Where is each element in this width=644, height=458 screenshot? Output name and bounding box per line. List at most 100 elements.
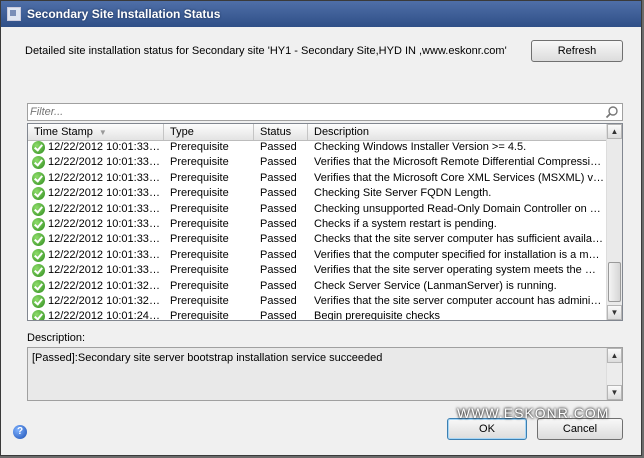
cell-timestamp: 12/22/2012 10:01:33 PM [48,218,162,230]
cell-type: Prerequisite [170,187,229,200]
checkmark-circle-icon [32,233,45,247]
table-row[interactable]: 12/22/2012 10:01:24 PM Prerequisite Passed… [28,309,607,321]
table-row[interactable]: 12/22/2012 10:01:33 PM Prerequisite Passed… [28,248,607,263]
watermark: WWW.ESKONR.COM [457,405,610,421]
table-row[interactable]: 12/22/2012 10:01:32 PM Prerequisite Passed… [28,279,607,294]
checkmark-circle-icon [32,156,45,170]
table-header: Time Stamp ▼ Type Status Description [28,124,607,141]
column-header-description[interactable]: Description [308,124,607,140]
table-row[interactable]: 12/22/2012 10:01:32 PM Prerequisite Passed… [28,294,607,309]
cell-description: Checking unsupported Read-Only Domain Co… [314,202,604,215]
cell-type: Prerequisite [170,279,229,292]
cell-timestamp: 12/22/2012 10:01:33 PM [48,171,162,184]
window-icon [7,7,21,21]
checkmark-circle-icon [32,171,45,185]
cell-description: Verifies that the site server operating … [314,264,604,277]
desc-scroll-up-button[interactable]: ▲ [607,348,622,363]
desc-scroll-down-button[interactable]: ▼ [607,385,622,400]
cell-timestamp: 12/22/2012 10:01:33 PM [48,156,162,169]
cell-status: Passed [260,264,297,277]
cell-status: Passed [260,218,297,230]
cell-timestamp: 12/22/2012 10:01:33 PM [48,202,162,215]
checkmark-circle-icon [32,295,45,308]
table-row[interactable]: 12/22/2012 10:01:33 PM Prerequisite Passed… [28,155,607,170]
cell-timestamp: 12/22/2012 10:01:33 PM [48,187,162,200]
cell-timestamp: 12/22/2012 10:01:33 PM [48,233,162,246]
checkmark-circle-icon [32,187,45,201]
cell-type: Prerequisite [170,202,229,215]
cell-timestamp: 12/22/2012 10:01:32 PM [48,295,162,307]
cell-status: Passed [260,295,297,307]
filter-input[interactable] [30,105,590,119]
cell-description: Check Server Service (LanmanServer) is r… [314,279,557,292]
cell-status: Passed [260,171,297,184]
sort-arrow-icon: ▼ [98,128,107,137]
cell-status: Passed [260,202,297,215]
cell-description: Checking Site Server FQDN Length. [314,187,492,200]
cell-description: Checks if a system restart is pending. [314,218,497,230]
table-row[interactable]: 12/22/2012 10:01:33 PM Prerequisite Passed… [28,171,607,186]
checkmark-circle-icon [32,279,45,293]
cell-description: Checks that the site server computer has… [314,233,604,246]
cell-status: Passed [260,156,297,169]
refresh-button[interactable]: Refresh [531,40,623,62]
column-header-timestamp[interactable]: Time Stamp ▼ [28,124,164,140]
description-box[interactable]: [Passed]:Secondary site server bootstrap… [27,347,623,401]
table-row[interactable]: 12/22/2012 10:01:33 PM Prerequisite Passed… [28,263,607,278]
installation-status-window: Secondary Site Installation Status Detai… [0,0,642,456]
table-row[interactable]: 12/22/2012 10:01:33 PM Prerequisite Passed… [28,202,607,217]
checkmark-circle-icon [32,202,45,216]
dialog-body: Detailed site installation status for Se… [1,27,641,455]
title-bar: Secondary Site Installation Status [1,1,641,27]
cell-description: Verifies that the Microsoft Core XML Ser… [314,171,604,184]
cell-type: Prerequisite [170,141,229,153]
cell-status: Passed [260,248,297,261]
cell-type: Prerequisite [170,264,229,277]
cell-status: Passed [260,310,297,321]
cell-description: Checking Windows Installer Version >= 4.… [314,141,527,153]
cell-type: Prerequisite [170,156,229,169]
cell-timestamp: 12/22/2012 10:01:24 PM [48,310,162,321]
table-scrollbar[interactable]: ▲ ▼ [606,124,622,320]
cell-timestamp: 12/22/2012 10:01:33 PM [48,264,162,277]
cell-status: Passed [260,141,297,153]
filter-box[interactable] [27,103,623,121]
checkmark-circle-icon [32,218,45,231]
scroll-up-button[interactable]: ▲ [607,124,622,139]
table-row[interactable]: 12/22/2012 10:01:33 PM Prerequisite Passed… [28,217,607,232]
cell-timestamp: 12/22/2012 10:01:32 PM [48,279,162,292]
status-description-header: Detailed site installation status for Se… [25,45,507,57]
search-icon[interactable] [605,105,619,119]
cell-type: Prerequisite [170,295,229,307]
column-header-type[interactable]: Type [164,124,254,140]
scroll-down-button[interactable]: ▼ [607,305,622,320]
cell-type: Prerequisite [170,233,229,246]
table-row[interactable]: 12/22/2012 10:01:33 PM Prerequisite Passed… [28,232,607,247]
table-row[interactable]: 12/22/2012 10:01:33 PM Prerequisite Passed… [28,186,607,201]
cell-description: Verifies that the computer specified for… [314,248,604,261]
description-text: [Passed]:Secondary site server bootstrap… [32,352,383,364]
status-table: Time Stamp ▼ Type Status Description 12/2… [27,123,623,321]
help-icon[interactable]: ? [13,425,27,439]
cancel-button[interactable]: Cancel [537,418,623,440]
cell-timestamp: 12/22/2012 10:01:33 PM [48,141,162,153]
checkmark-circle-icon [32,141,45,154]
ok-button[interactable]: OK [447,418,527,440]
window-title: Secondary Site Installation Status [27,7,221,21]
checkmark-circle-icon [32,248,45,262]
column-header-status[interactable]: Status [254,124,308,140]
checkmark-circle-icon [32,310,45,320]
cell-description: Begin prerequisite checks [314,310,440,321]
cell-description: Verifies that the Microsoft Remote Diffe… [314,156,604,169]
cell-status: Passed [260,187,297,200]
scroll-thumb[interactable] [608,262,621,302]
table-row[interactable]: 12/22/2012 10:01:33 PM Prerequisite Passed… [28,140,607,155]
cell-type: Prerequisite [170,248,229,261]
cell-status: Passed [260,279,297,292]
description-label: Description: [27,332,86,344]
cell-type: Prerequisite [170,218,229,230]
cell-type: Prerequisite [170,171,229,184]
cell-timestamp: 12/22/2012 10:01:33 PM [48,248,162,261]
description-scrollbar[interactable]: ▲ ▼ [606,348,622,400]
cell-type: Prerequisite [170,310,229,321]
